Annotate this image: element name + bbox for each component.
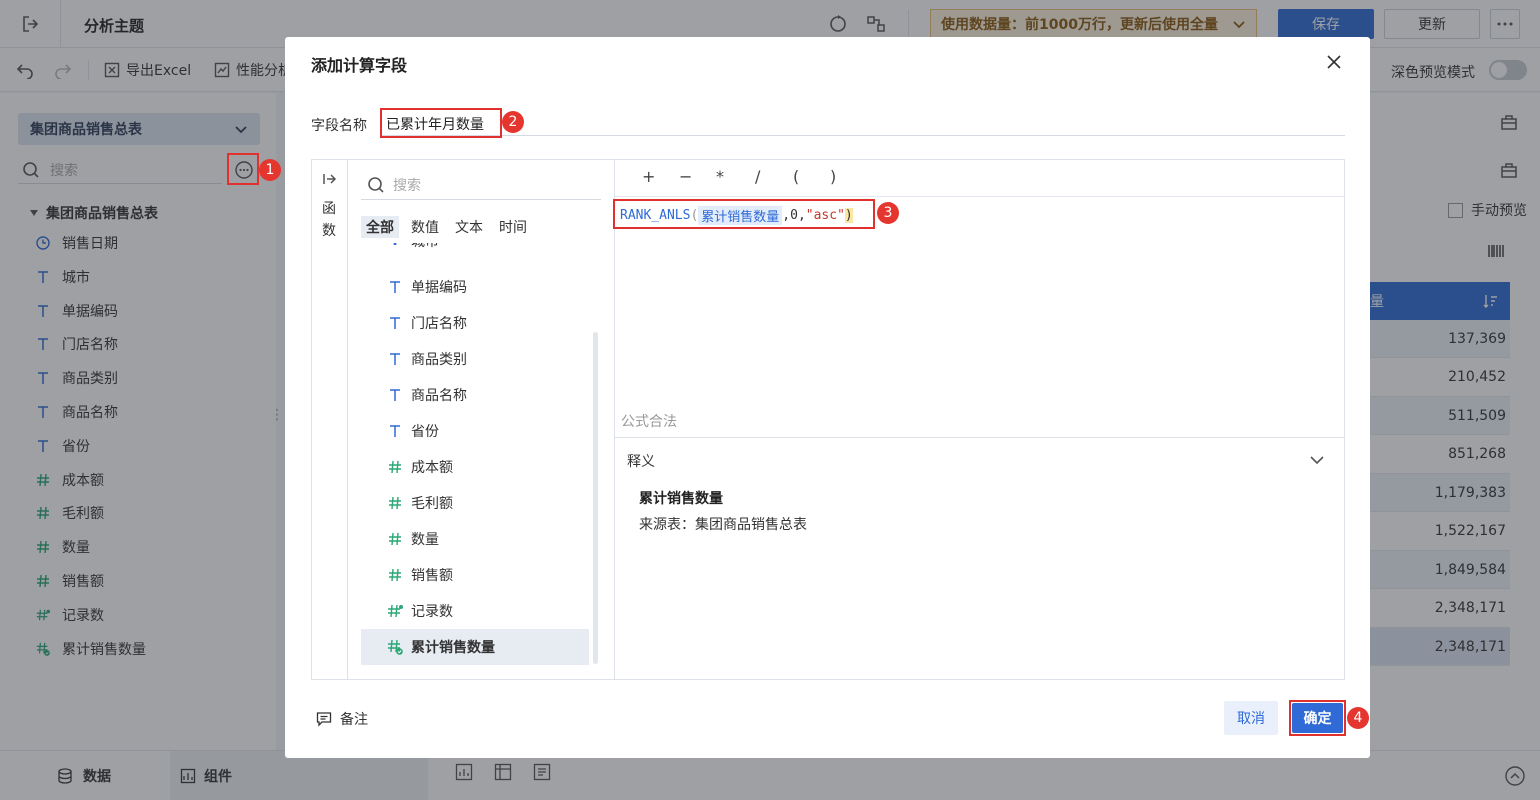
formula-valid-text: 公式合法 xyxy=(621,414,677,430)
divider xyxy=(615,196,1344,197)
field-label: 累计销售数量 xyxy=(411,640,495,656)
tab-time[interactable]: 时间 xyxy=(494,216,532,238)
explain-label: 释义 xyxy=(627,454,655,470)
explain-source: 来源表：集团商品销售总表 xyxy=(639,517,807,533)
text-field-icon xyxy=(387,423,403,439)
annotation-badge-2: 2 xyxy=(502,111,524,133)
annotation-box-1 xyxy=(227,153,259,185)
field-label: 商品名称 xyxy=(411,388,467,404)
cancel-button[interactable]: 取消 xyxy=(1224,701,1278,735)
tab-text[interactable]: 文本 xyxy=(450,216,488,238)
expand-right-icon xyxy=(323,172,337,186)
text-field-icon xyxy=(387,315,403,331)
function-label: 函数 xyxy=(322,201,336,239)
chevron-down-icon[interactable] xyxy=(1309,452,1325,468)
tab-all[interactable]: 全部 xyxy=(361,216,399,238)
function-panel-toggle[interactable]: 函数 xyxy=(312,160,348,679)
search-placeholder: 搜索 xyxy=(393,177,421,194)
text-field-icon xyxy=(387,387,403,403)
dialog-field-item[interactable]: 单据编码 xyxy=(361,269,589,305)
number-field-icon xyxy=(387,495,403,511)
dialog-field-item[interactable]: 累计销售数量 xyxy=(361,629,589,665)
dialog-field-item[interactable]: 销售额 xyxy=(361,557,589,593)
dialog-field-item[interactable]: 毛利额 xyxy=(361,485,589,521)
field-name-underline xyxy=(380,108,1345,136)
dialog-title: 添加计算字段 xyxy=(311,56,408,75)
explain-title: 累计销售数量 xyxy=(639,491,723,507)
search-icon xyxy=(367,176,385,194)
field-label: 单据编码 xyxy=(411,280,467,296)
close-icon[interactable] xyxy=(1326,54,1342,70)
dialog-field-item[interactable]: 商品名称 xyxy=(361,377,589,413)
dialog-field-item[interactable]: 省份 xyxy=(361,413,589,449)
annotation-box-3 xyxy=(613,199,875,229)
partial-item-label: 城市 xyxy=(411,243,439,251)
dialog-field-item[interactable]: 商品类别 xyxy=(361,341,589,377)
annotation-badge-1: 1 xyxy=(259,159,281,181)
remark-label: 备注 xyxy=(340,712,368,728)
operator-button[interactable]: − xyxy=(679,167,692,186)
tab-number[interactable]: 数值 xyxy=(406,216,444,238)
comment-icon xyxy=(316,711,332,727)
divider xyxy=(614,160,615,679)
dialog-field-item[interactable]: 数量 xyxy=(361,521,589,557)
operator-button[interactable]: / xyxy=(755,167,760,186)
operator-button[interactable]: ( xyxy=(793,167,799,186)
operator-button[interactable]: ) xyxy=(830,167,836,186)
field-label: 商品类别 xyxy=(411,352,467,368)
field-label: 销售额 xyxy=(411,568,453,584)
field-label: 门店名称 xyxy=(411,316,467,332)
dialog-field-item[interactable]: 成本额 xyxy=(361,449,589,485)
dialog-search-input[interactable]: 搜索 xyxy=(361,170,601,200)
list-scrollbar[interactable] xyxy=(593,332,598,664)
field-name-label: 字段名称 xyxy=(311,118,367,134)
operator-button[interactable]: * xyxy=(716,167,724,186)
field-label: 毛利额 xyxy=(411,496,453,512)
field-label: 数量 xyxy=(411,532,439,548)
field-label: 记录数 xyxy=(411,604,453,620)
number-field-icon xyxy=(387,567,403,583)
number-field-icon xyxy=(387,459,403,475)
number-field-icon xyxy=(387,531,403,547)
annotation-box-4 xyxy=(1289,700,1346,736)
calc-field-icon xyxy=(387,603,403,619)
calc2-field-icon xyxy=(387,639,403,655)
annotation-badge-3: 3 xyxy=(877,202,899,224)
annotation-badge-4: 4 xyxy=(1347,707,1369,729)
dialog-field-item[interactable]: 门店名称 xyxy=(361,305,589,341)
text-field-icon xyxy=(387,279,403,295)
field-label: 成本额 xyxy=(411,460,453,476)
field-label: 省份 xyxy=(411,424,439,440)
annotation-box-2 xyxy=(380,108,502,138)
remark-button[interactable]: 备注 xyxy=(316,709,368,729)
operator-button[interactable]: + xyxy=(642,167,655,186)
dialog-field-item[interactable]: 记录数 xyxy=(361,593,589,629)
list-item-partial[interactable]: T 城市 xyxy=(361,243,593,258)
text-field-icon xyxy=(387,351,403,367)
divider xyxy=(615,437,1344,438)
